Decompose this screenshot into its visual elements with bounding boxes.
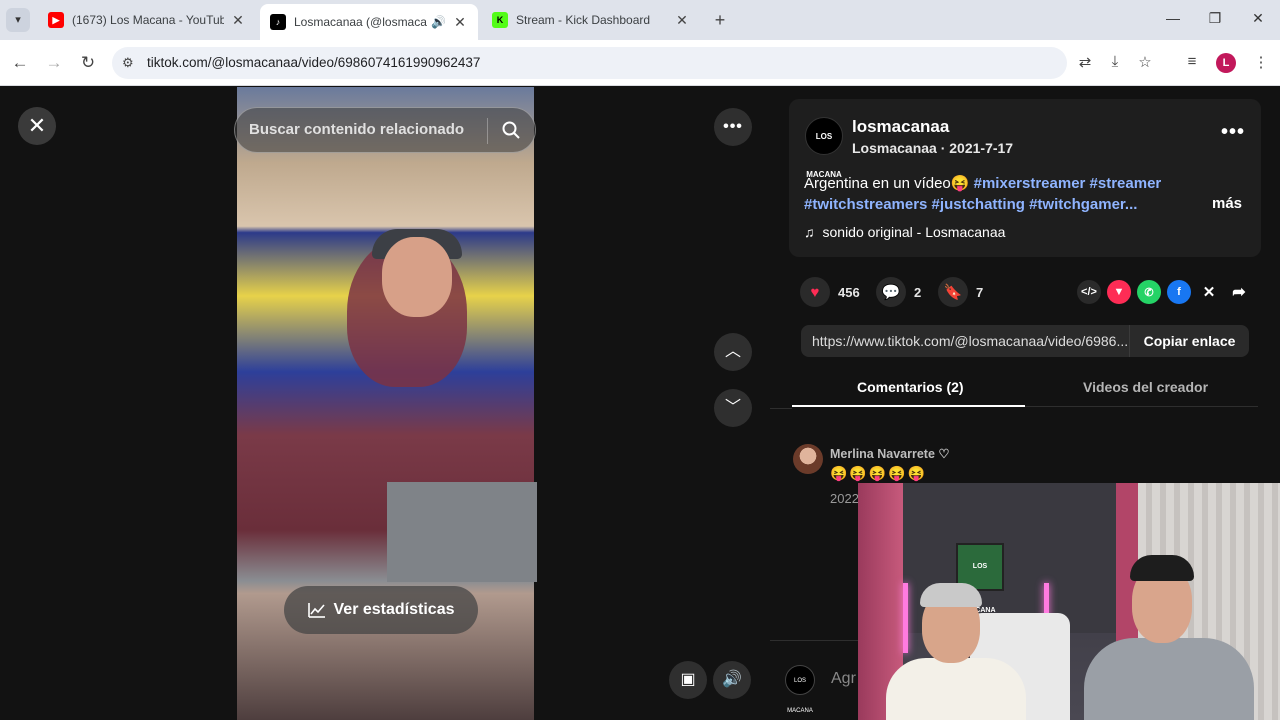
- forward-icon[interactable]: →: [43, 52, 65, 74]
- chevron-down-icon[interactable]: ﹀: [714, 389, 752, 427]
- post-description: Argentina en un vídeo😝 #mixerstreamer #s…: [804, 173, 1184, 215]
- copy-link-button[interactable]: Copiar enlace: [1129, 325, 1249, 357]
- bookmark-star-icon[interactable]: ☆: [1134, 53, 1156, 71]
- creator-username[interactable]: losmacanaa: [852, 117, 949, 137]
- music-note-icon: ♫: [804, 224, 815, 240]
- webcam-person2-body: [1084, 638, 1254, 720]
- hashtags-line2[interactable]: #twitchstreamers #justchatting #twitchga…: [804, 196, 1137, 213]
- comment-author[interactable]: Merlina Navarrete ♡: [830, 446, 950, 461]
- bookmark-icon: 🔖: [938, 277, 968, 307]
- see-more-link[interactable]: más: [1212, 195, 1242, 212]
- url-text[interactable]: tiktok.com/@losmacanaa/video/69860741619…: [147, 55, 480, 70]
- comment-icon: 💬: [876, 277, 906, 307]
- tab-title: Losmacanaa (@losmacanaa: [294, 15, 427, 29]
- send-to-friends-icon[interactable]: ▼: [1107, 280, 1131, 304]
- install-app-icon[interactable]: ⤓: [1104, 53, 1126, 70]
- more-options-icon[interactable]: •••: [714, 108, 752, 146]
- current-user-avatar: LOS MACANA: [785, 665, 815, 714]
- search-divider: [487, 118, 488, 144]
- browser-toolbar: ← → ↻ ⚙ tiktok.com/@losmacanaa/video/698…: [0, 40, 1280, 86]
- heart-icon: ♥: [800, 277, 830, 307]
- tiktok-icon: ♪: [270, 14, 286, 30]
- search-icon[interactable]: [501, 120, 521, 140]
- kick-icon: K: [492, 12, 508, 28]
- browser-tab-bar: ▾ ▶ (1673) Los Macana - YouTube ✕ ♪ Losm…: [0, 0, 1280, 40]
- back-icon[interactable]: ←: [9, 52, 31, 74]
- sound-link[interactable]: ♫ sonido original - Losmacanaa: [804, 224, 1005, 240]
- close-tab-icon[interactable]: ✕: [452, 14, 468, 31]
- like-count: 456: [838, 284, 860, 300]
- save-button[interactable]: 🔖 7: [938, 277, 983, 307]
- whatsapp-icon[interactable]: ✆: [1137, 280, 1161, 304]
- tab-title: Stream - Kick Dashboard: [516, 13, 651, 27]
- related-search-bar[interactable]: Buscar contenido relacionado: [234, 107, 536, 153]
- tab-title: (1673) Los Macana - YouTube: [72, 13, 224, 27]
- x-icon[interactable]: ✕: [1197, 280, 1221, 304]
- comment-count: 2: [914, 284, 922, 300]
- webcam-neon-left: [903, 583, 908, 653]
- comment-date: 2022: [830, 491, 859, 506]
- close-icon[interactable]: ✕: [18, 107, 56, 145]
- more-options-icon[interactable]: •••: [1221, 121, 1245, 144]
- site-info-icon[interactable]: ⚙: [122, 55, 134, 71]
- reload-icon[interactable]: ↻: [77, 52, 99, 74]
- webcam-person1-body: [886, 658, 1026, 720]
- save-count: 7: [976, 284, 984, 300]
- embed-icon[interactable]: </>: [1077, 280, 1101, 304]
- tiktok-video-page: ✕ Buscar contenido relacionado ••• ︿ ﹀ ▣…: [0, 87, 1280, 720]
- divider: [770, 408, 792, 409]
- new-tab-button[interactable]: +: [710, 10, 730, 30]
- profile-avatar[interactable]: L: [1216, 53, 1236, 73]
- copy-link-box: https://www.tiktok.com/@losmacanaa/video…: [801, 325, 1249, 357]
- tab-creator-videos[interactable]: Videos del creador: [1083, 379, 1208, 395]
- close-tab-icon[interactable]: ✕: [230, 12, 246, 29]
- chevron-up-icon[interactable]: ︿: [714, 333, 752, 371]
- like-button[interactable]: ♥ 456: [800, 277, 860, 307]
- sound-name: sonido original - Losmacanaa: [822, 224, 1006, 240]
- translate-icon[interactable]: ⇄: [1074, 53, 1096, 71]
- youtube-icon: ▶: [48, 12, 64, 28]
- hashtags-line1[interactable]: #mixerstreamer #streamer: [974, 175, 1162, 192]
- minimize-icon[interactable]: —: [1163, 10, 1183, 26]
- tab-youtube[interactable]: ▶ (1673) Los Macana - YouTube ✕: [38, 4, 256, 36]
- creator-subline: Losmacanaa · 2021-7-17: [852, 140, 1014, 156]
- description-text: Argentina en un vídeo😝: [804, 175, 974, 192]
- webcam-overlay: LOS MACANA: [858, 483, 1280, 720]
- comment-button[interactable]: 💬 2: [876, 277, 921, 307]
- active-tab-underline: [792, 405, 1025, 407]
- floating-player-icon[interactable]: ▣: [669, 661, 707, 699]
- post-info-card: LOS MACANA losmacanaa Losmacanaa · 2021-…: [789, 99, 1261, 257]
- view-stats-label: Ver estadísticas: [333, 601, 455, 618]
- menu-icon[interactable]: ⋮: [1250, 53, 1272, 71]
- speaker-icon[interactable]: 🔊: [431, 15, 446, 29]
- close-tab-icon[interactable]: ✕: [674, 12, 690, 29]
- video-face: [382, 237, 452, 317]
- close-window-icon[interactable]: ✕: [1248, 10, 1268, 27]
- webcam-person2-hair: [1130, 555, 1194, 581]
- media-control-icon[interactable]: ≡: [1181, 53, 1203, 70]
- tab-tiktok[interactable]: ♪ Losmacanaa (@losmacanaa 🔊 ✕: [260, 4, 478, 40]
- address-bar[interactable]: ⚙ tiktok.com/@losmacanaa/video/698607416…: [112, 47, 1067, 79]
- search-input[interactable]: Buscar contenido relacionado: [249, 121, 464, 138]
- chart-icon: [307, 603, 325, 618]
- share-arrow-icon[interactable]: ➦: [1227, 280, 1251, 304]
- add-comment-input[interactable]: Agr: [831, 670, 856, 688]
- view-stats-button[interactable]: Ver estadísticas: [284, 586, 478, 634]
- volume-icon[interactable]: 🔊: [713, 661, 751, 699]
- creator-avatar[interactable]: LOS MACANA: [805, 117, 843, 179]
- tab-kick[interactable]: K Stream - Kick Dashboard ✕: [482, 4, 700, 36]
- webcam-person1-hair: [920, 583, 982, 607]
- video-link[interactable]: https://www.tiktok.com/@losmacanaa/video…: [812, 333, 1130, 349]
- video-pants: [387, 482, 537, 582]
- commenter-avatar[interactable]: [793, 444, 823, 474]
- restore-icon[interactable]: ❐: [1205, 10, 1225, 27]
- panel-tabs: Comentarios (2) Videos del creador: [792, 375, 1258, 407]
- tab-comments[interactable]: Comentarios (2): [857, 379, 964, 395]
- tab-search-button[interactable]: ▾: [6, 8, 30, 32]
- comment-text: 😝😝😝😝😝: [830, 465, 928, 481]
- facebook-icon[interactable]: f: [1167, 280, 1191, 304]
